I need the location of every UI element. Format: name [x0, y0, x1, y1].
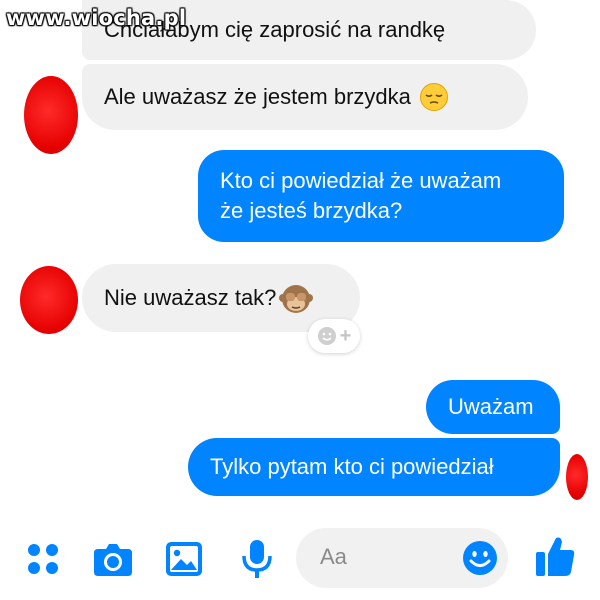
see-no-evil-monkey-icon	[279, 285, 314, 313]
message-text-line: Kto ci powiedział że uważam	[220, 168, 502, 193]
message-text: Ale uważasz że jestem brzydka	[104, 84, 411, 109]
microphone-icon[interactable]	[240, 538, 274, 580]
message-input-placeholder: Aa	[320, 544, 347, 569]
watermark: www.wiocha.pl	[6, 6, 187, 30]
contact-avatar-redacted	[20, 266, 78, 334]
message-text: Tylko pytam kto ci powiedział	[210, 454, 494, 479]
contact-avatar-redacted	[24, 76, 78, 154]
camera-icon[interactable]	[92, 541, 134, 577]
read-receipt-avatar-redacted	[566, 454, 588, 500]
outgoing-message[interactable]: Tylko pytam kto ci powiedział	[188, 438, 560, 496]
apps-icon[interactable]	[26, 542, 60, 576]
message-text: Uważam	[448, 394, 534, 419]
add-reaction-button[interactable]: +	[308, 319, 360, 353]
message-text: Nie uważasz tak?	[104, 285, 277, 310]
incoming-message[interactable]: Ale uważasz że jestem brzydka	[82, 64, 528, 130]
outgoing-message[interactable]: Kto ci powiedział że uważam że jesteś br…	[198, 150, 564, 242]
gallery-icon[interactable]	[164, 540, 204, 578]
outgoing-message[interactable]: Uważam	[426, 380, 560, 434]
message-text-line: że jesteś brzydka?	[220, 198, 403, 223]
thumbs-up-icon[interactable]	[534, 534, 576, 578]
emoji-icon[interactable]	[462, 540, 498, 576]
smiley-icon	[317, 327, 336, 345]
plus-icon: +	[339, 325, 352, 347]
message-input[interactable]: Aa	[296, 528, 508, 588]
pensive-face-icon	[419, 83, 448, 111]
